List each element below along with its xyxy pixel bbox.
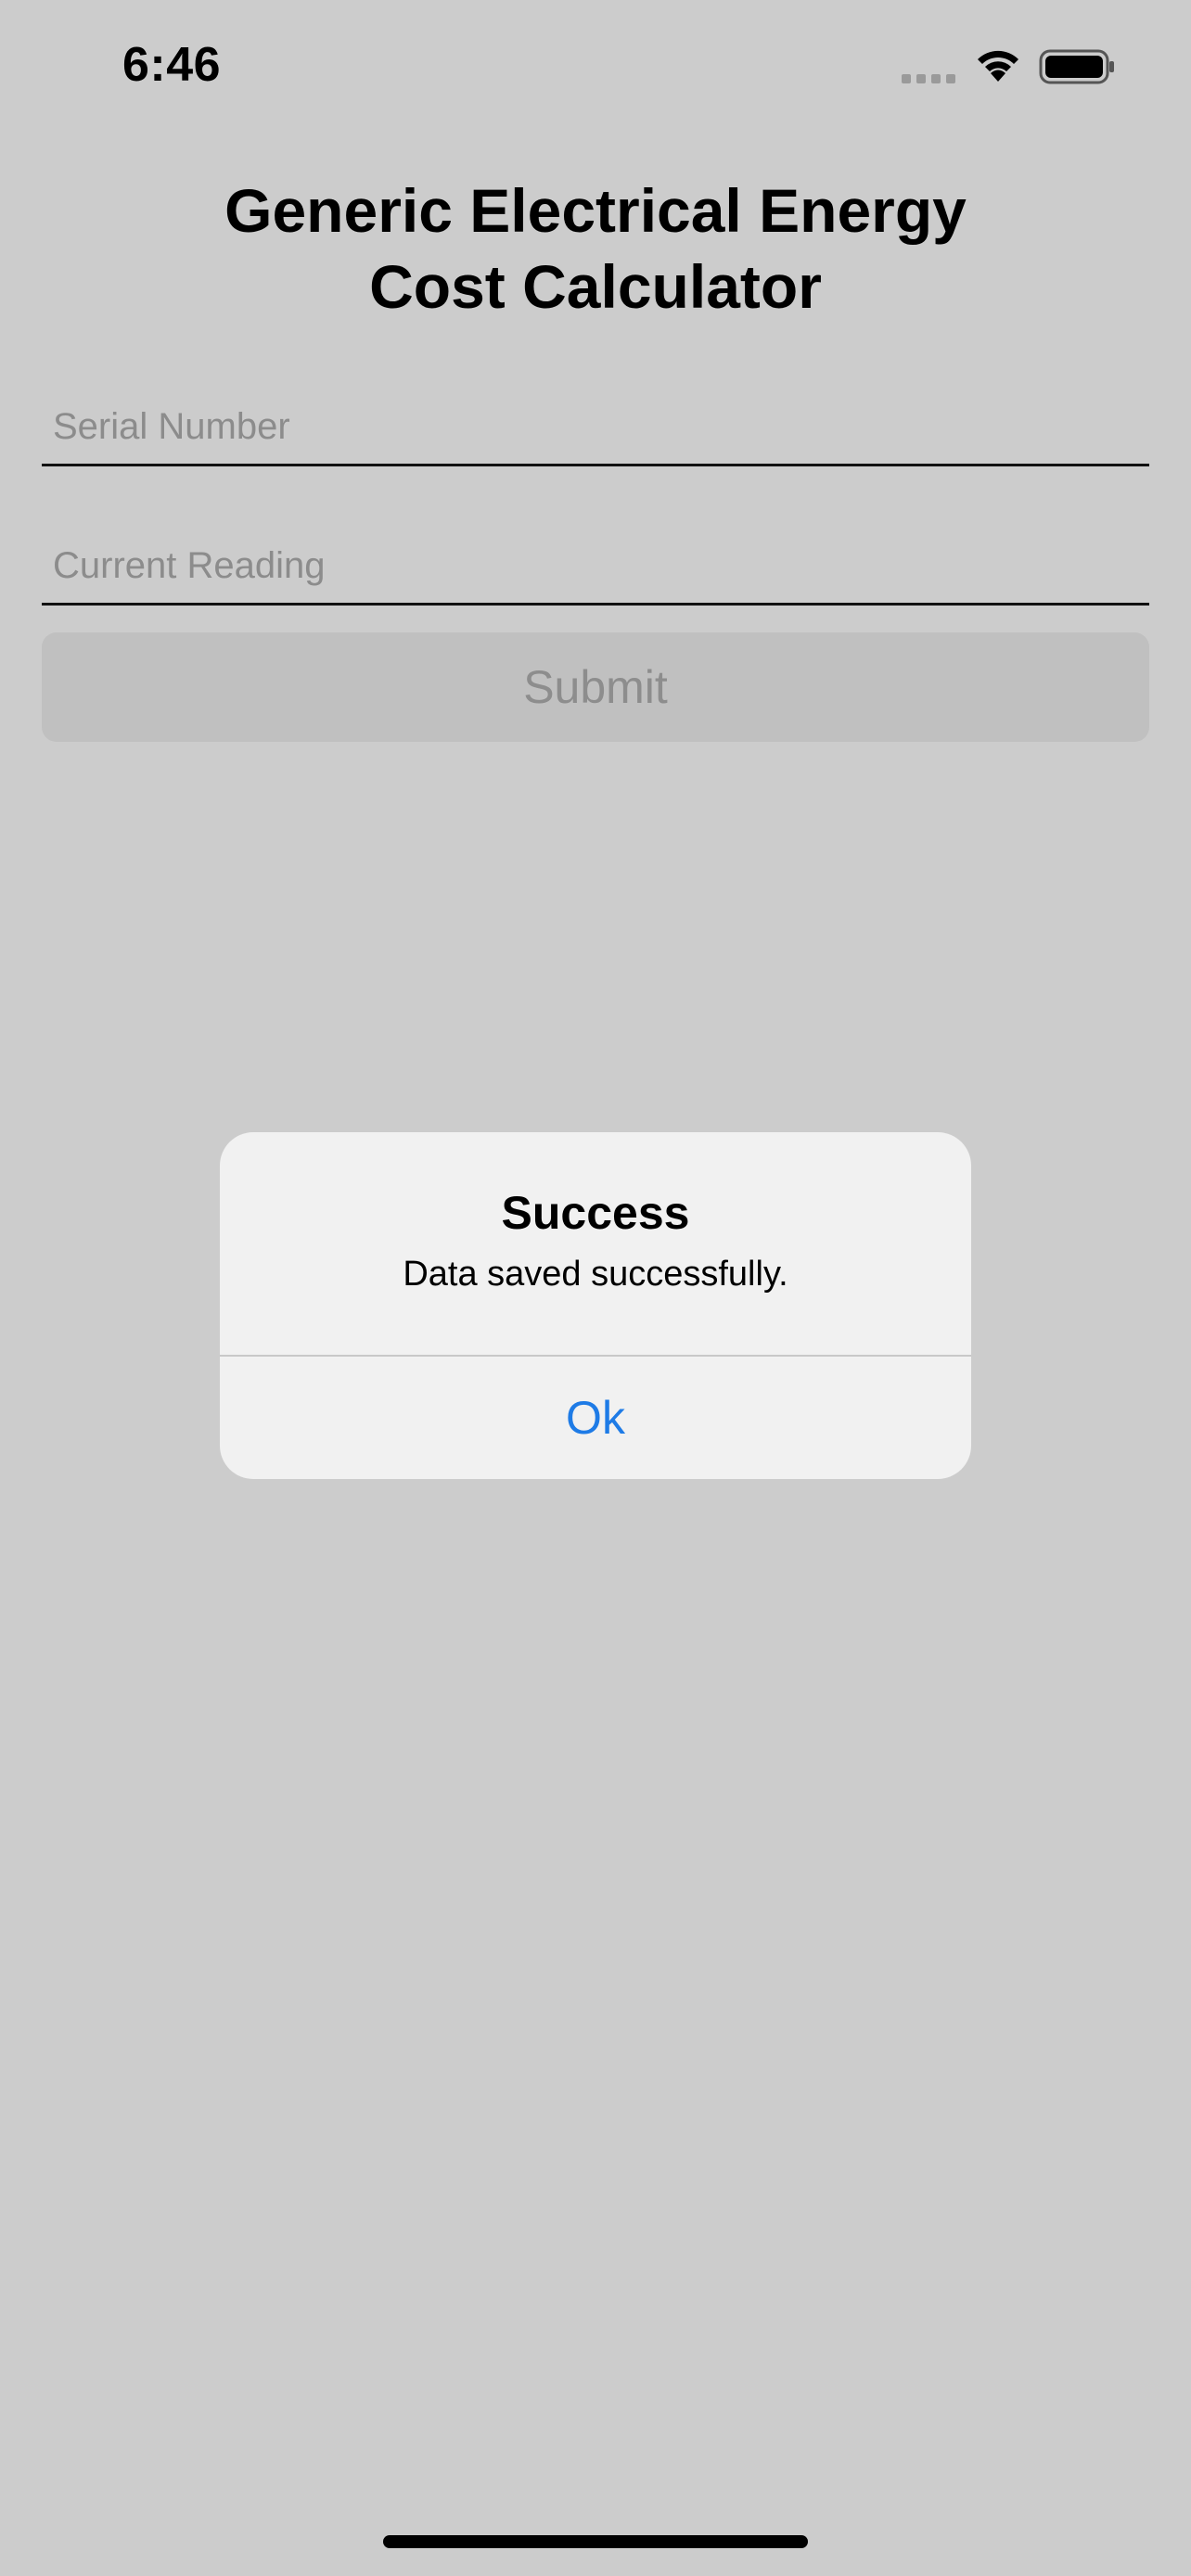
- success-alert: Success Data saved successfully. Ok: [220, 1132, 971, 1479]
- submit-button[interactable]: Submit: [42, 632, 1149, 742]
- cellular-icon: [902, 74, 957, 83]
- home-indicator: [383, 2535, 808, 2548]
- alert-message: Data saved successfully.: [403, 1255, 788, 1294]
- current-reading-field: [42, 519, 1149, 606]
- page-title-line-1: Generic Electrical Energy: [224, 176, 967, 245]
- page-title-line-2: Cost Calculator: [369, 252, 822, 321]
- battery-icon: [1039, 49, 1114, 84]
- current-reading-input[interactable]: [53, 538, 1138, 593]
- alert-ok-button[interactable]: Ok: [220, 1357, 971, 1479]
- serial-number-field: [42, 380, 1149, 466]
- serial-number-input[interactable]: [53, 399, 1138, 454]
- status-bar: 6:46: [0, 0, 1191, 139]
- wifi-icon: [978, 50, 1018, 82]
- alert-title: Success: [501, 1187, 690, 1239]
- page-title: Generic Electrical Energy Cost Calculato…: [0, 172, 1191, 325]
- status-time: 6:46: [122, 38, 222, 92]
